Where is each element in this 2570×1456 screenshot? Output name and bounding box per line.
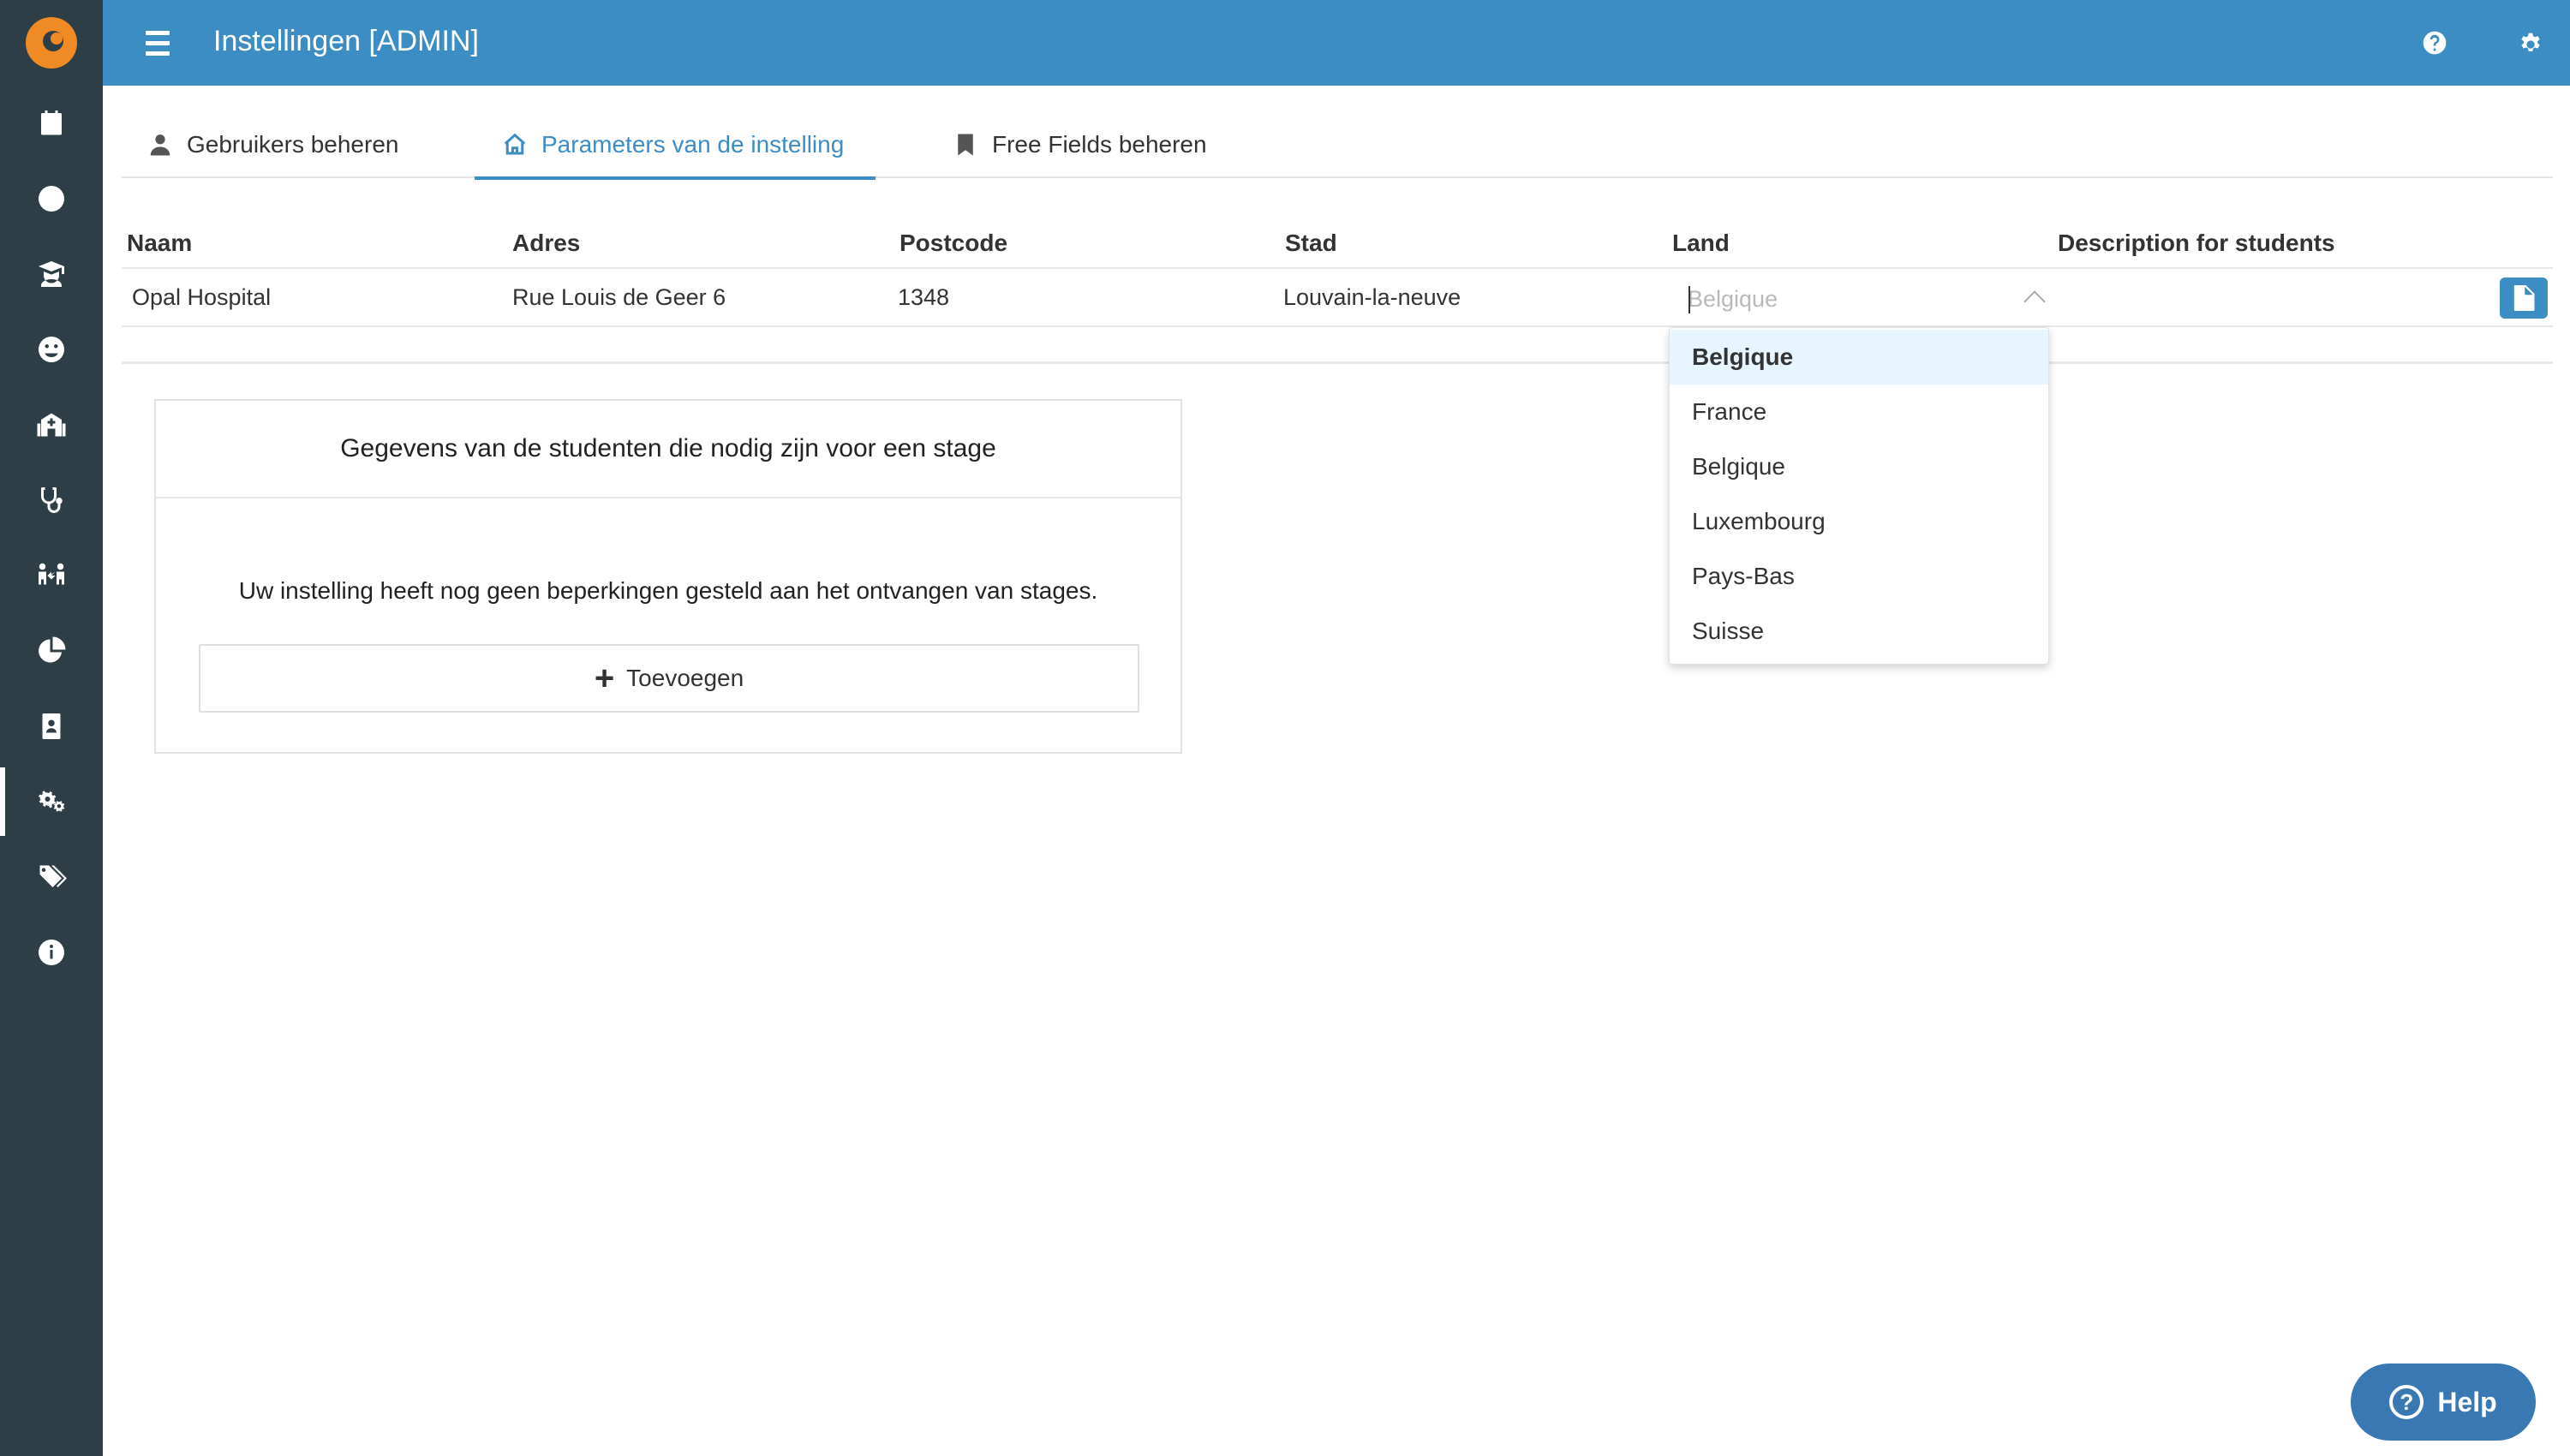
plus-icon: + [594,659,615,697]
dropdown-option[interactable]: Pays-Bas [1670,549,2048,604]
student-requirements-card: Gegevens van de studenten die nodig zijn… [154,399,1182,754]
document-icon [2513,285,2535,311]
cell-naam[interactable]: Opal Hospital [132,284,271,311]
card-message: Uw instelling heeft nog geen beperkingen… [238,577,1098,604]
tab-free-fields[interactable]: Free Fields beheren [953,111,1207,178]
sidebar-item-clock[interactable] [0,161,103,236]
tab-users[interactable]: Gebruikers beheren [147,111,398,178]
add-button-label: Toevoegen [626,665,744,691]
cell-postcode[interactable]: 1348 [898,284,949,311]
page-title: Instellingen [ADMIN] [213,25,479,57]
home-icon [504,133,526,155]
column-header-naam[interactable]: Naam [127,230,192,257]
sidebar-item-graduate[interactable] [0,236,103,312]
help-button-label: Help [2437,1386,2497,1417]
top-bar: Instellingen [ADMIN] [103,0,2570,86]
sidebar-item-calendar[interactable] [0,86,103,161]
sidebar-item-smile[interactable] [0,312,103,387]
sidebar-item-tags[interactable] [0,839,103,915]
land-combobox-input[interactable] [1669,276,2049,322]
bookmark-icon [958,134,973,156]
calendar-icon [41,110,62,135]
column-header-land[interactable]: Land [1672,230,1730,257]
info-icon [39,940,64,965]
smile-icon [39,337,64,362]
column-header-postcode[interactable]: Postcode [900,230,1007,257]
menu-toggle-button[interactable] [146,26,180,60]
edit-description-button[interactable] [2500,277,2548,319]
tab-label: Free Fields beheren [992,131,1207,158]
app-logo[interactable] [0,0,103,86]
sidebar-item-pie-chart[interactable] [0,613,103,689]
logo-icon [26,17,77,69]
user-icon [150,134,170,156]
dropdown-option[interactable]: Suisse [1670,604,2048,659]
help-button[interactable]: ? Help [2351,1364,2536,1441]
tab-institution-parameters[interactable]: Parameters van de instelling [475,111,876,180]
dropdown-option[interactable]: Luxembourg [1670,494,2048,549]
cell-adres[interactable]: Rue Louis de Geer 6 [512,284,726,311]
gears-icon [39,791,65,812]
tags-icon [39,865,67,887]
tab-label: Gebruikers beheren [187,131,399,158]
land-dropdown-list: Belgique France Belgique Luxembourg Pays… [1669,327,2049,665]
dropdown-option[interactable]: Belgique [1670,439,2048,494]
contact-card-icon [42,713,61,739]
cell-stad[interactable]: Louvain-la-neuve [1283,284,1461,311]
add-button[interactable]: + Toevoegen [199,644,1139,713]
institution-icon [37,413,66,437]
help-top-button[interactable] [2416,24,2453,62]
sidebar-item-institution[interactable] [0,387,103,462]
text-caret [1688,286,1690,313]
column-header-description[interactable]: Description for students [2058,230,2335,257]
people-arrows-icon [39,563,64,585]
clock-icon [39,186,64,212]
tab-label: Parameters van de instelling [541,131,845,158]
table-row[interactable]: Opal Hospital Rue Louis de Geer 6 1348 L… [122,271,2553,327]
question-icon: ? [2389,1385,2424,1419]
sidebar-item-settings[interactable] [0,764,103,839]
gear-icon [2521,33,2540,51]
stethoscope-icon [41,487,63,513]
sidebar [0,0,103,1456]
sidebar-item-info[interactable] [0,915,103,990]
question-circle-icon [2423,31,2447,55]
tab-bar: Gebruikers beheren Parameters van de ins… [122,111,2553,180]
dropdown-option[interactable]: Belgique [1670,330,2048,385]
pie-chart-icon [39,636,66,663]
sidebar-item-contact-card[interactable] [0,689,103,764]
column-header-stad[interactable]: Stad [1285,230,1337,257]
card-title: Gegevens van de studenten die nodig zijn… [156,401,1180,498]
divider [122,361,2553,364]
sidebar-item-stethoscope[interactable] [0,462,103,538]
grid-header: Naam Adres Postcode Stad Land Descriptio… [122,224,2553,269]
hamburger-icon [146,30,170,35]
column-header-adres[interactable]: Adres [512,230,580,257]
dropdown-option[interactable]: France [1670,385,2048,439]
sidebar-item-people-arrows[interactable] [0,538,103,613]
graduate-icon [39,261,64,287]
settings-top-button[interactable] [2512,24,2549,62]
